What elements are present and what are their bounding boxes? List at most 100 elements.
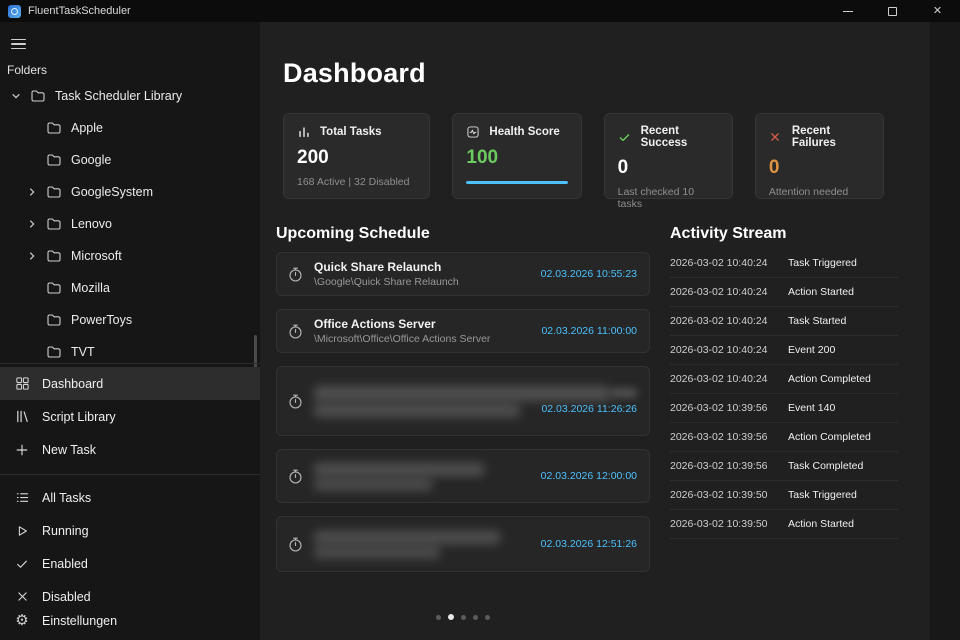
stopwatch-icon <box>287 393 304 410</box>
sidebar-item-enabled[interactable]: Enabled <box>0 547 260 580</box>
title-bar: FluentTaskScheduler ✕ <box>0 0 960 22</box>
plus-icon <box>13 443 31 457</box>
activity-row: 2026-03-02 10:39:56 Task Completed <box>670 452 898 481</box>
schedule-item[interactable]: Office Actions Server \Microsoft\Office\… <box>276 309 650 353</box>
tree-item-apple[interactable]: Apple <box>0 112 260 144</box>
folder-icon <box>46 248 62 264</box>
sidebar-item-label: Running <box>42 524 89 538</box>
activity-time: 2026-03-02 10:40:24 <box>670 286 788 298</box>
schedule-item-path: \Microsoft\Office\Office Actions Server <box>314 333 531 345</box>
card-value: 100 <box>466 147 567 169</box>
minimize-icon <box>843 11 853 12</box>
activity-time: 2026-03-02 10:39:56 <box>670 402 788 414</box>
tree-item-label: Mozilla <box>71 281 110 295</box>
tree-item-lenovo[interactable]: Lenovo <box>0 208 260 240</box>
close-icon: ✕ <box>933 6 942 17</box>
activity-event: Task Started <box>788 315 898 327</box>
tree-item-google[interactable]: Google <box>0 144 260 176</box>
redacted-text-block <box>314 404 520 417</box>
tree-item-task-scheduler-library[interactable]: Task Scheduler Library <box>0 80 260 112</box>
schedule-item-redacted[interactable]: 02.03.2026 11:26:26 <box>276 366 650 436</box>
minimize-button[interactable] <box>825 0 870 22</box>
sidebar-item-label: New Task <box>42 443 96 457</box>
chevron-down-icon[interactable] <box>10 90 22 102</box>
pagination-dot-active[interactable] <box>448 614 454 620</box>
chevron-right-icon[interactable] <box>26 186 38 198</box>
activity-row: 2026-03-02 10:40:24 Action Started <box>670 278 898 307</box>
tree-item-microsoft[interactable]: Microsoft <box>0 240 260 272</box>
sidebar-item-label: Enabled <box>42 557 88 571</box>
activity-time: 2026-03-02 10:39:50 <box>670 489 788 501</box>
pagination-dot[interactable] <box>436 615 441 620</box>
sidebar-item-label: Disabled <box>42 590 91 604</box>
activity-time: 2026-03-02 10:39:56 <box>670 431 788 443</box>
maximize-icon <box>888 7 897 16</box>
schedule-item-redacted[interactable]: 02.03.2026 12:00:00 <box>276 449 650 503</box>
card-total-tasks: Total Tasks 200 168 Active | 32 Disabled <box>283 113 430 199</box>
activity-row: 2026-03-02 10:39:50 Task Triggered <box>670 481 898 510</box>
health-pulse-icon <box>466 125 481 139</box>
sidebar-item-new-task[interactable]: New Task <box>0 433 260 466</box>
tree-item-label: Lenovo <box>71 217 112 231</box>
pagination-dot[interactable] <box>461 615 466 620</box>
maximize-button[interactable] <box>870 0 915 22</box>
card-subtitle: Attention needed <box>769 186 870 198</box>
card-label: Health Score <box>489 126 559 138</box>
window-controls: ✕ <box>825 0 960 22</box>
tree-item-googlesystem[interactable]: GoogleSystem <box>0 176 260 208</box>
schedule-item-name: Office Actions Server <box>314 317 531 331</box>
dashboard-icon <box>13 376 31 391</box>
close-button[interactable]: ✕ <box>915 0 960 22</box>
window-title: FluentTaskScheduler <box>28 5 131 17</box>
tree-item-tvt[interactable]: TVT <box>0 336 260 362</box>
sidebar-item-label: Einstellungen <box>42 614 117 628</box>
folder-icon <box>46 216 62 232</box>
success-check-icon <box>618 131 633 144</box>
gear-icon: ⚙ <box>13 613 31 628</box>
activity-row: 2026-03-02 10:39:50 Action Started <box>670 510 898 539</box>
activity-event: Action Completed <box>788 431 898 443</box>
schedule-item-redacted[interactable]: 02.03.2026 12:51:26 <box>276 516 650 572</box>
tree-item-label: Apple <box>71 121 103 135</box>
tree-item-mozilla[interactable]: Mozilla <box>0 272 260 304</box>
pagination-dot[interactable] <box>485 615 490 620</box>
schedule-item-time: 02.03.2026 11:00:00 <box>541 325 637 337</box>
schedule-item[interactable]: Quick Share Relaunch \Google\Quick Share… <box>276 252 650 296</box>
chevron-right-icon[interactable] <box>26 250 38 262</box>
activity-stream-section: Activity Stream 2026-03-02 10:40:24 Task… <box>670 225 898 539</box>
tree-item-label: Google <box>71 153 111 167</box>
sidebar-item-dashboard[interactable]: Dashboard <box>0 367 260 400</box>
activity-time: 2026-03-02 10:39:56 <box>670 460 788 472</box>
activity-time: 2026-03-02 10:40:24 <box>670 315 788 327</box>
card-subtitle: 168 Active | 32 Disabled <box>297 176 416 188</box>
schedule-item-time: 02.03.2026 12:00:00 <box>541 470 637 482</box>
stopwatch-icon <box>287 266 304 283</box>
schedule-item-time: 02.03.2026 10:55:23 <box>541 268 637 280</box>
stopwatch-icon <box>287 468 304 485</box>
activity-row: 2026-03-02 10:40:24 Task Triggered <box>670 249 898 278</box>
card-recent-success: Recent Success 0 Last checked 10 tasks <box>604 113 733 199</box>
activity-list: 2026-03-02 10:40:24 Task Triggered 2026-… <box>670 249 898 539</box>
tree-item-label: PowerToys <box>71 313 132 327</box>
sidebar-item-settings[interactable]: ⚙ Einstellungen <box>0 604 260 637</box>
sidebar-divider <box>0 474 260 475</box>
card-label: Total Tasks <box>320 126 382 138</box>
activity-time: 2026-03-02 10:39:50 <box>670 518 788 530</box>
schedule-item-name: Quick Share Relaunch <box>314 260 531 274</box>
sidebar-item-label: Script Library <box>42 410 116 424</box>
activity-event: Task Triggered <box>788 489 898 501</box>
hamburger-menu-button[interactable] <box>11 33 37 55</box>
bar-chart-icon <box>297 125 312 139</box>
card-health-score: Health Score 100 <box>452 113 581 199</box>
sidebar-item-script-library[interactable]: Script Library <box>0 400 260 433</box>
chevron-right-icon[interactable] <box>26 218 38 230</box>
sidebar-item-all-tasks[interactable]: All Tasks <box>0 481 260 514</box>
play-icon <box>13 524 31 538</box>
card-label: Recent Failures <box>792 125 870 149</box>
tree-item-powertoys[interactable]: PowerToys <box>0 304 260 336</box>
failure-x-icon <box>769 131 784 143</box>
sidebar-item-label: All Tasks <box>42 491 91 505</box>
pagination-dot[interactable] <box>473 615 478 620</box>
sidebar-item-running[interactable]: Running <box>0 514 260 547</box>
redacted-text-block <box>314 386 610 401</box>
